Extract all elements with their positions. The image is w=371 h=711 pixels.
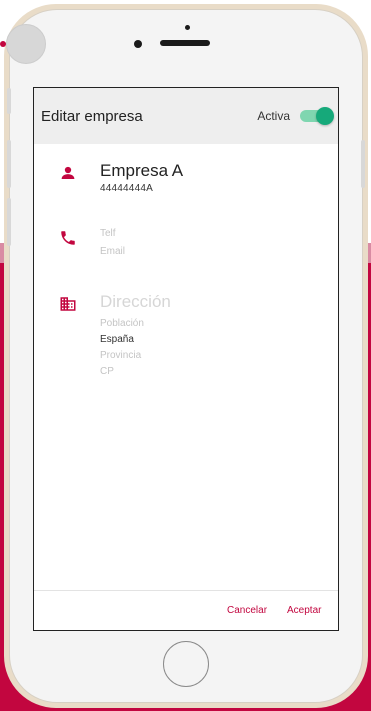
city-field[interactable]: Población bbox=[100, 316, 171, 332]
active-toggle[interactable] bbox=[300, 107, 334, 125]
company-id[interactable]: 44444444A bbox=[100, 183, 183, 194]
province-field[interactable]: Provincia bbox=[100, 348, 171, 364]
phone-icon bbox=[58, 228, 78, 248]
contact-texts: Telf Email bbox=[100, 226, 125, 260]
assistive-touch-button[interactable] bbox=[6, 24, 46, 64]
dialog-title: Editar empresa bbox=[41, 107, 143, 125]
camera-icon bbox=[134, 40, 142, 48]
person-icon bbox=[58, 163, 78, 183]
mute-switch bbox=[7, 88, 11, 114]
address-heading[interactable]: Dirección bbox=[100, 292, 171, 312]
postal-code-field[interactable]: CP bbox=[100, 364, 171, 380]
dialog-header: Editar empresa Activa bbox=[34, 88, 338, 144]
volume-up-button bbox=[7, 140, 11, 188]
phone-field[interactable]: Telf bbox=[100, 226, 125, 242]
dialog-footer: Cancelar Aceptar bbox=[34, 590, 338, 630]
home-button[interactable] bbox=[163, 641, 209, 687]
accept-button[interactable]: Aceptar bbox=[287, 605, 321, 616]
power-button bbox=[361, 140, 365, 188]
cancel-button[interactable]: Cancelar bbox=[227, 605, 267, 616]
email-field[interactable]: Email bbox=[100, 244, 125, 260]
active-switch-group: Activa bbox=[257, 107, 334, 125]
country-field[interactable]: España bbox=[100, 332, 171, 348]
notification-dot bbox=[0, 41, 6, 47]
building-icon bbox=[58, 294, 78, 314]
edit-company-dialog: Editar empresa Activa Empresa A 44444444… bbox=[33, 87, 339, 631]
volume-down-button bbox=[7, 198, 11, 246]
company-texts: Empresa A 44444444A bbox=[100, 161, 183, 194]
address-texts: Dirección Población España Provincia CP bbox=[100, 292, 171, 380]
speaker-grille bbox=[160, 40, 210, 46]
active-label: Activa bbox=[257, 109, 290, 123]
toggle-thumb bbox=[316, 107, 334, 125]
company-name[interactable]: Empresa A bbox=[100, 161, 183, 181]
sensor-dot bbox=[185, 25, 190, 30]
